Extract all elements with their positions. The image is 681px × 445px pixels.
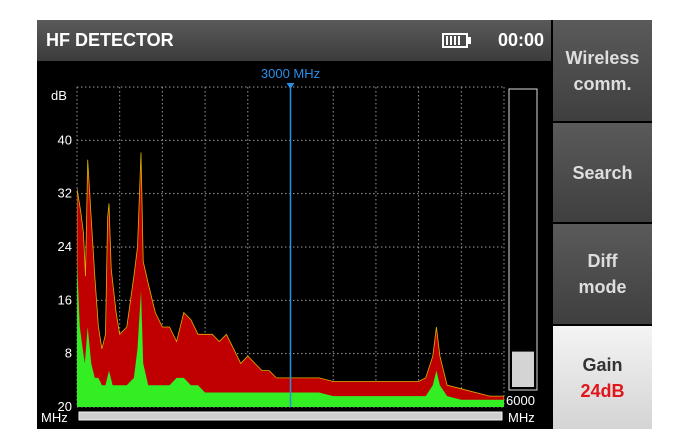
frequency-scrollbar[interactable]: [78, 411, 503, 421]
gain-button[interactable]: Gain 24dB: [553, 326, 652, 429]
spectrum-plot: 3000 MHz dB 40322416820 MHz 6000 MHz: [41, 66, 538, 425]
y-tick-label: 16: [58, 292, 72, 307]
x-axis-left-unit: MHz: [41, 410, 68, 425]
y-tick-label: 32: [58, 186, 72, 201]
y-tick-label: 24: [58, 239, 72, 254]
y-tick-label: 40: [58, 132, 72, 147]
x-axis-right-unit: MHz: [508, 410, 535, 425]
frequency-marker-arrow-icon[interactable]: [286, 83, 295, 89]
battery-icon: [442, 33, 471, 48]
frequency-marker-label: 3000 MHz: [261, 66, 320, 81]
sidebar: Wireless comm. Search Diff mode Gain 24d…: [551, 20, 652, 429]
gain-value: 24dB: [580, 380, 625, 401]
search-button[interactable]: Search: [553, 123, 652, 222]
page-title: HF DETECTOR: [46, 30, 174, 50]
diff-mode-button[interactable]: Diff mode: [553, 224, 652, 324]
title-bar: HF DETECTOR 00:00: [37, 20, 551, 61]
y-tick-label: 8: [65, 346, 72, 361]
button-label: Diff: [587, 251, 618, 271]
device-screen: HF DETECTOR 00:00 3000 MHz dB 40 32 24 16 8 2…: [37, 20, 652, 429]
button-label: Wireless: [565, 47, 640, 68]
clock-display: 00:00: [498, 30, 545, 50]
button-label: Search: [572, 162, 633, 183]
button-label: mode: [578, 277, 627, 297]
button-label: Gain: [582, 354, 623, 375]
button-label: comm.: [573, 73, 632, 94]
y-axis-label: dB: [51, 88, 67, 103]
x-axis-right-value: 6000: [506, 393, 535, 408]
level-meter-frame: [508, 88, 538, 391]
level-meter-fill: [512, 351, 534, 387]
wireless-comm-button[interactable]: Wireless comm.: [553, 20, 652, 121]
